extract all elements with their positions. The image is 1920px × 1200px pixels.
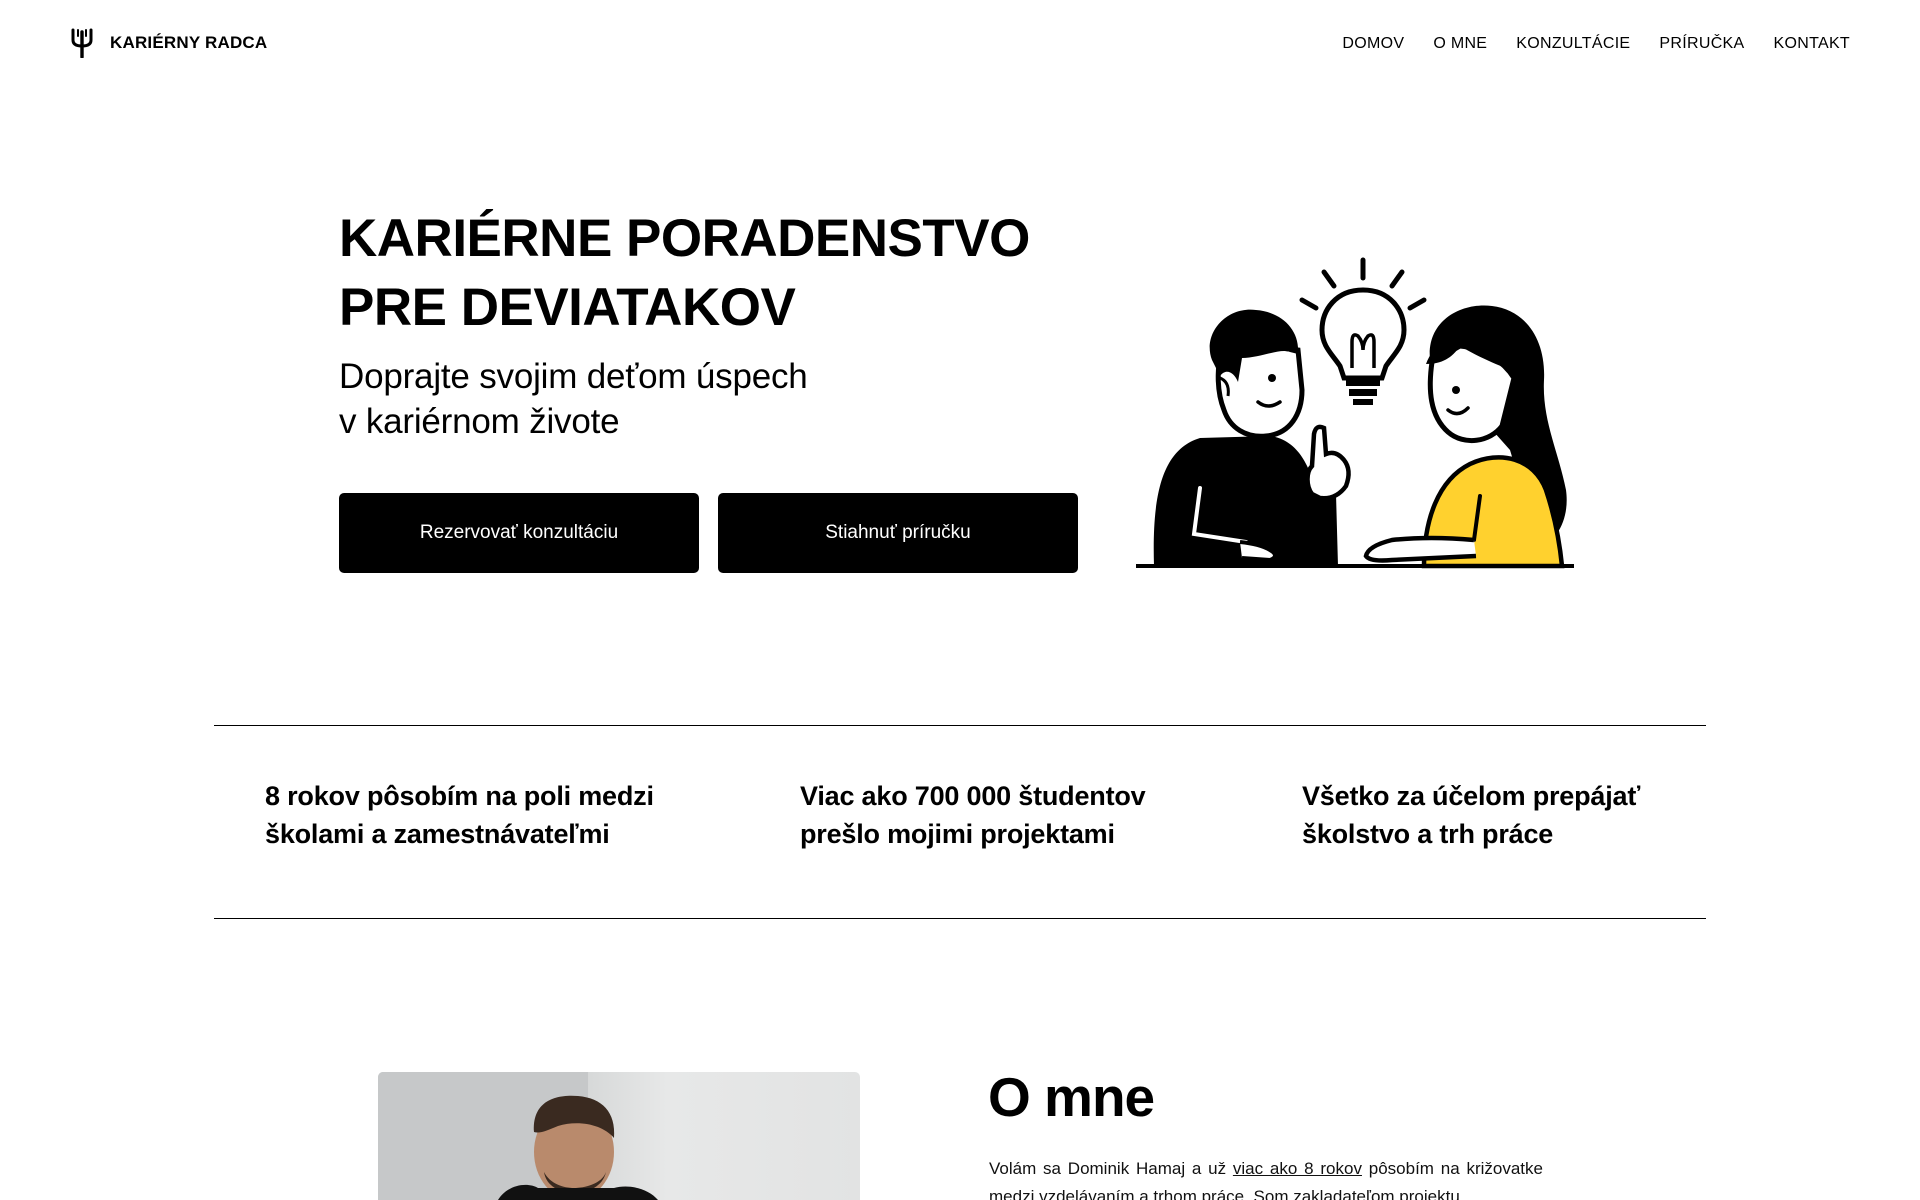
- about-text-intro: Volám sa Dominik Hamaj a už: [989, 1159, 1233, 1178]
- two-people-lightbulb-icon: [1136, 257, 1574, 569]
- hero-title-line-2: PRE DEVIATAKOV: [339, 278, 796, 337]
- years-link[interactable]: viac ako 8 rokov: [1233, 1159, 1362, 1178]
- stats-divider-top: [214, 725, 1706, 726]
- book-consultation-button[interactable]: Rezervovať konzultáciu: [339, 493, 699, 573]
- about-text: Volám sa Dominik Hamaj a už viac ako 8 r…: [989, 1155, 1543, 1200]
- nav-domov[interactable]: DOMOV: [1342, 35, 1404, 53]
- hero-subtitle-line-2: v kariérnom živote: [339, 402, 620, 441]
- fork-logo-icon: [71, 28, 93, 58]
- site-header: KARIÉRNY RADCA DOMOV O MNE KONZULTÁCIE P…: [0, 0, 1920, 90]
- stat-mission-line-2: školstvo a trh práce: [1302, 819, 1554, 849]
- stat-mission-line-1: Všetko za účelom prepájať: [1302, 781, 1641, 811]
- stat-years-line-1: 8 rokov pôsobím na poli medzi: [265, 781, 654, 811]
- portrait-photo: [378, 1072, 860, 1200]
- stat-mission: Všetko za účelom prepájať školstvo a trh…: [1302, 777, 1640, 853]
- hero-title: KARIÉRNE PORADENSTVO PRE DEVIATAKOV: [339, 204, 1030, 342]
- portrait-figure: [378, 1072, 658, 1200]
- brand[interactable]: KARIÉRNY RADCA: [70, 28, 267, 58]
- nav-konzultacie[interactable]: KONZULTÁCIE: [1516, 35, 1630, 53]
- hero-subtitle: Doprajte svojim deťom úspech v kariérnom…: [339, 354, 808, 444]
- hero-title-line-1: KARIÉRNE PORADENSTVO: [339, 209, 1030, 268]
- main-nav: DOMOV O MNE KONZULTÁCIE PRÍRUČKA KONTAKT: [1342, 35, 1850, 53]
- nav-kontakt[interactable]: KONTAKT: [1774, 35, 1850, 53]
- about-title: O mne: [988, 1066, 1155, 1128]
- hero-subtitle-line-1: Doprajte svojim deťom úspech: [339, 357, 808, 396]
- stat-years: 8 rokov pôsobím na poli medzi školami a …: [265, 777, 654, 853]
- download-guide-button[interactable]: Stiahnuť príručku: [718, 493, 1078, 573]
- stat-students-line-1: Viac ako 700 000 študentov: [800, 781, 1146, 811]
- nav-prirucka[interactable]: PRÍRUČKA: [1659, 35, 1744, 53]
- stat-students: Viac ako 700 000 študentov prešlo mojimi…: [800, 777, 1146, 853]
- nav-o-mne[interactable]: O MNE: [1433, 35, 1487, 53]
- stats-divider-bottom: [214, 918, 1706, 919]
- stat-years-line-2: školami a zamestnávateľmi: [265, 819, 610, 849]
- stat-students-line-2: prešlo mojimi projektami: [800, 819, 1115, 849]
- brand-name: KARIÉRNY RADCA: [110, 33, 268, 52]
